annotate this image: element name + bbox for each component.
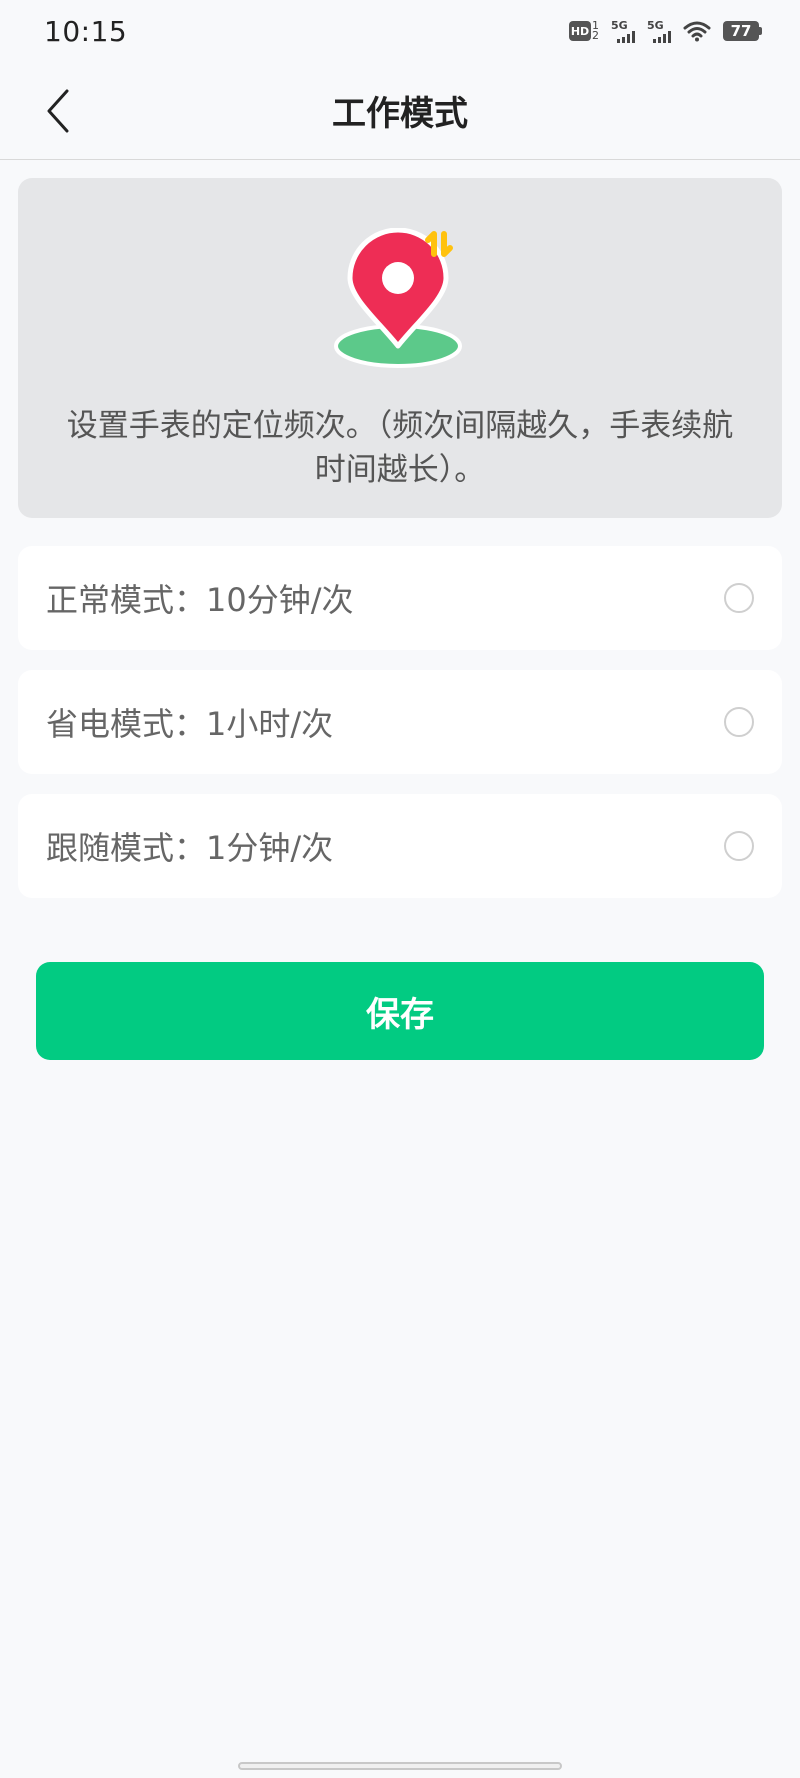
info-card: 设置手表的定位频次。（频次间隔越久，手表续航时间越长）。 — [18, 178, 782, 518]
battery-level: 77 — [723, 21, 759, 41]
battery-icon: 77 — [723, 21, 762, 41]
signal-icon: 5G — [647, 20, 671, 43]
nav-bar: 工作模式 — [0, 62, 800, 160]
back-button[interactable] — [38, 86, 78, 136]
status-icons: HD 1 2 5G 5G 77 — [569, 20, 762, 43]
hd-sub-bottom: 2 — [592, 29, 599, 42]
hd-icon: HD 1 2 — [569, 20, 599, 42]
option-normal-mode[interactable]: 正常模式：10分钟/次 — [18, 546, 782, 650]
signal-icon: 5G — [611, 20, 635, 43]
status-bar: 10:15 HD 1 2 5G 5G 77 — [0, 0, 800, 62]
sim2-label: 5G — [647, 18, 664, 32]
mode-options: 正常模式：10分钟/次 省电模式：1小时/次 跟随模式：1分钟/次 — [18, 546, 782, 918]
location-pin-icon — [334, 228, 462, 368]
chevron-left-icon — [47, 89, 69, 133]
option-label: 省电模式：1小时/次 — [46, 705, 334, 743]
option-follow-mode[interactable]: 跟随模式：1分钟/次 — [18, 794, 782, 898]
save-button[interactable]: 保存 — [36, 962, 764, 1060]
radio-button[interactable] — [724, 831, 754, 861]
info-description: 设置手表的定位频次。（频次间隔越久，手表续航时间越长）。 — [66, 408, 734, 488]
option-label: 跟随模式：1分钟/次 — [46, 829, 334, 867]
wifi-icon — [683, 21, 711, 42]
option-label: 正常模式：10分钟/次 — [46, 581, 354, 619]
page-title: 工作模式 — [332, 94, 468, 134]
option-power-saving-mode[interactable]: 省电模式：1小时/次 — [18, 670, 782, 774]
radio-button[interactable] — [724, 583, 754, 613]
sim1-label: 5G — [611, 18, 628, 32]
status-time: 10:15 — [44, 14, 128, 48]
radio-button[interactable] — [724, 707, 754, 737]
home-indicator[interactable] — [238, 1762, 562, 1770]
hd-label: HD — [569, 21, 591, 41]
